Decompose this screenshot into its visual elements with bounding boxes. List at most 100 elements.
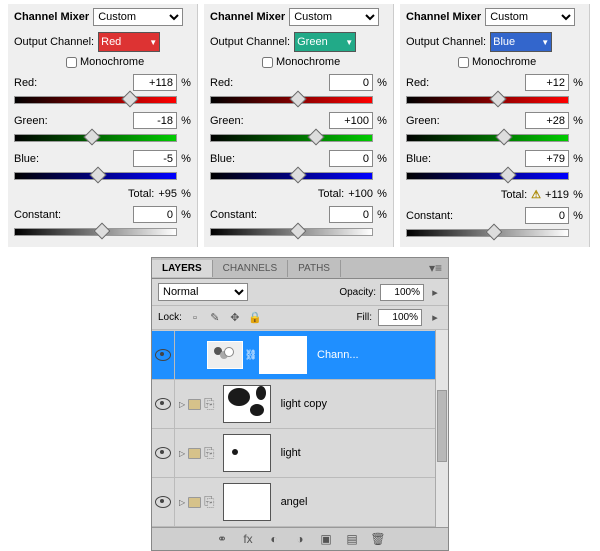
constant-slider-thumb[interactable]	[486, 224, 503, 241]
expand-icon[interactable]: ▷	[179, 449, 185, 458]
constant-slider[interactable]	[14, 224, 191, 238]
panel-menu-icon[interactable]: ▾≡	[423, 261, 448, 275]
layer-row[interactable]: ▷ ⎘ angel	[152, 478, 435, 527]
layer-thumbnail[interactable]	[223, 434, 271, 472]
blue-slider[interactable]	[14, 168, 191, 182]
blue-slider-thumb[interactable]	[290, 167, 307, 184]
red-value[interactable]: +12	[525, 74, 569, 91]
output-channel-label: Output Channel:	[14, 36, 94, 48]
red-slider-thumb[interactable]	[490, 91, 507, 108]
constant-label: Constant:	[406, 210, 444, 222]
expand-icon[interactable]: ▷	[179, 498, 185, 507]
blue-label: Blue:	[14, 153, 52, 165]
red-slider[interactable]	[210, 92, 387, 106]
red-slider-thumb[interactable]	[290, 91, 307, 108]
output-channel-select[interactable]: Red▼	[98, 32, 160, 52]
blue-slider-thumb[interactable]	[90, 167, 107, 184]
delete-layer-icon[interactable]: 🗑	[370, 532, 386, 546]
clip-icon: ⎘	[204, 445, 214, 461]
layer-style-icon[interactable]: fx	[240, 532, 256, 546]
constant-value[interactable]: 0	[525, 207, 569, 224]
red-value[interactable]: 0	[329, 74, 373, 91]
layer-row[interactable]: ▷ ⎘ light copy	[152, 380, 435, 429]
tab-channels[interactable]: CHANNELS	[213, 260, 288, 277]
visibility-icon[interactable]	[155, 349, 171, 361]
expand-icon[interactable]: ▷	[179, 400, 185, 409]
monochrome-checkbox[interactable]	[66, 57, 77, 68]
green-value[interactable]: +28	[525, 112, 569, 129]
blue-value[interactable]: -5	[133, 150, 177, 167]
tab-paths[interactable]: PATHS	[288, 260, 341, 277]
opacity-flyout-icon[interactable]: ▸	[428, 285, 442, 299]
opacity-value[interactable]: 100%	[380, 284, 424, 301]
panel-tabs: LAYERS CHANNELS PATHS ▾≡	[152, 258, 448, 279]
fill-flyout-icon[interactable]: ▸	[428, 311, 442, 325]
green-slider-thumb[interactable]	[84, 129, 101, 146]
green-slider[interactable]	[14, 130, 191, 144]
green-slider[interactable]	[406, 130, 583, 144]
constant-slider[interactable]	[210, 224, 387, 238]
output-channel-select[interactable]: Green▼	[294, 32, 356, 52]
clip-icon: ⎘	[204, 494, 214, 510]
constant-slider-thumb[interactable]	[290, 223, 307, 240]
blue-value[interactable]: 0	[329, 150, 373, 167]
green-slider[interactable]	[210, 130, 387, 144]
layer-name[interactable]: Chann...	[311, 349, 365, 361]
fill-value[interactable]: 100%	[378, 309, 422, 326]
monochrome-checkbox[interactable]	[262, 57, 273, 68]
green-value[interactable]: +100	[329, 112, 373, 129]
blend-mode-select[interactable]: Normal	[158, 283, 248, 301]
layer-mask-thumbnail[interactable]	[259, 336, 307, 374]
blue-value[interactable]: +79	[525, 150, 569, 167]
blue-slider[interactable]	[406, 168, 583, 182]
link-layers-icon[interactable]: ⚭	[214, 532, 230, 546]
visibility-icon[interactable]	[155, 447, 171, 459]
new-layer-icon[interactable]: ▤	[344, 532, 360, 546]
layer-row[interactable]: ⛓ Chann...	[152, 331, 435, 380]
layer-name[interactable]: light	[275, 447, 307, 459]
layers-scrollbar[interactable]	[435, 330, 448, 527]
clip-icon: ⎘	[204, 396, 214, 412]
lock-all-icon[interactable]: 🔒	[248, 311, 262, 325]
layer-thumbnail[interactable]	[223, 385, 271, 423]
total-label: Total:	[318, 188, 344, 200]
visibility-icon[interactable]	[155, 398, 171, 410]
layer-thumbnail[interactable]	[223, 483, 271, 521]
preset-select[interactable]: Custom	[289, 8, 379, 26]
tab-layers[interactable]: LAYERS	[152, 260, 213, 277]
red-slider[interactable]	[14, 92, 191, 106]
layers-footer: ⚭ fx ◐ ◑ ▣ ▤ 🗑	[152, 527, 448, 550]
red-slider[interactable]	[406, 92, 583, 106]
green-value[interactable]: -18	[133, 112, 177, 129]
link-icon[interactable]: ⛓	[247, 350, 255, 361]
red-slider-thumb[interactable]	[122, 91, 139, 108]
red-label: Red:	[14, 77, 52, 89]
monochrome-checkbox[interactable]	[458, 57, 469, 68]
panel-title: Channel Mixer	[14, 11, 89, 23]
constant-value[interactable]: 0	[133, 206, 177, 223]
red-value[interactable]: +118	[133, 74, 177, 91]
lock-transparency-icon[interactable]: ▫	[188, 311, 202, 325]
constant-slider-thumb[interactable]	[94, 223, 111, 240]
blue-slider[interactable]	[210, 168, 387, 182]
layer-name[interactable]: angel	[275, 496, 314, 508]
output-channel-select[interactable]: Blue▼	[490, 32, 552, 52]
preset-select[interactable]: Custom	[93, 8, 183, 26]
adjustment-layer-icon[interactable]: ◑	[292, 532, 308, 546]
green-slider-thumb[interactable]	[496, 129, 513, 146]
layer-mask-icon[interactable]: ◐	[266, 532, 282, 546]
preset-select[interactable]: Custom	[485, 8, 575, 26]
group-icon[interactable]: ▣	[318, 532, 334, 546]
constant-slider[interactable]	[406, 225, 583, 239]
blue-slider-thumb[interactable]	[500, 167, 517, 184]
total-value: +95	[158, 188, 177, 200]
green-slider-thumb[interactable]	[308, 129, 325, 146]
green-label: Green:	[210, 115, 248, 127]
lock-move-icon[interactable]: ✥	[228, 311, 242, 325]
constant-value[interactable]: 0	[329, 206, 373, 223]
layer-row[interactable]: ▷ ⎘ light	[152, 429, 435, 478]
layer-name[interactable]: light copy	[275, 398, 333, 410]
lock-paint-icon[interactable]: ✎	[208, 311, 222, 325]
opacity-label: Opacity:	[339, 287, 376, 298]
visibility-icon[interactable]	[155, 496, 171, 508]
